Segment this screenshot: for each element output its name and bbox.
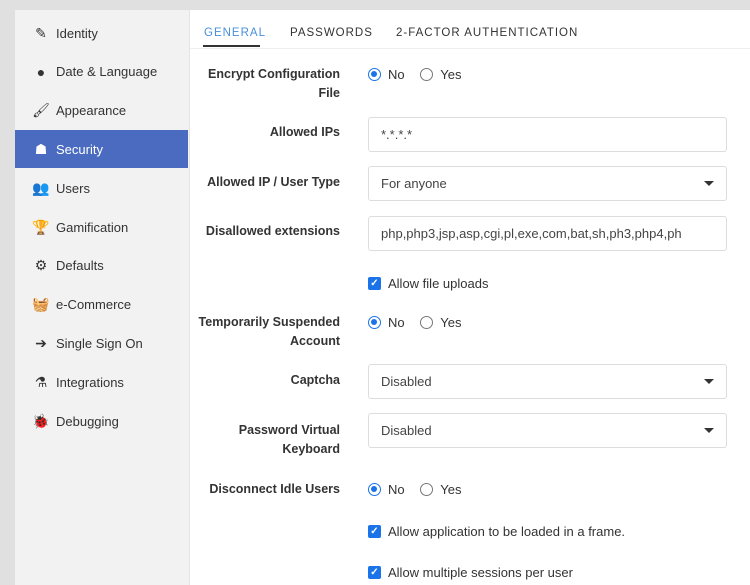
multi-session-checkbox[interactable]: ✓ Allow multiple sessions per user <box>368 563 573 580</box>
ip-user-type-select[interactable]: For anyone <box>368 166 727 201</box>
sidebar-item-label: Integrations <box>56 374 124 390</box>
sidebar-item-single-sign-on[interactable]: ➔ Single Sign On <box>15 324 188 362</box>
captcha-label: Captcha <box>290 373 340 387</box>
bug-icon: 🐞 <box>32 412 50 429</box>
sidebar-item-label: Single Sign On <box>56 335 143 351</box>
sidebar-item-appearance[interactable]: 🖌 Appearance <box>15 92 188 130</box>
flask-icon: ⚗ <box>34 373 48 390</box>
checkbox-checked-icon: ✓ <box>368 566 381 579</box>
sidebar-item-label: Identity <box>56 25 98 41</box>
encrypt-no-radio[interactable]: No <box>368 67 405 82</box>
idle-radio-group: No Yes <box>368 482 473 499</box>
sidebar-item-label: Defaults <box>56 258 104 274</box>
user-secret-icon: ☗ <box>34 140 48 157</box>
tab-passwords[interactable]: PASSWORDS <box>290 27 373 39</box>
tab-general[interactable]: GENERAL <box>204 27 266 39</box>
allowed-ips-input[interactable]: *.*.*.* <box>368 117 727 152</box>
cogs-icon: ⚙ <box>34 257 48 274</box>
encrypt-yes-radio[interactable]: Yes <box>420 67 461 82</box>
chevron-down-icon <box>704 181 714 186</box>
checkbox-checked-icon: ✓ <box>368 525 381 538</box>
sidebar-item-debugging[interactable]: 🐞 Debugging <box>15 402 188 440</box>
chevron-down-icon <box>704 379 714 384</box>
select-value: For anyone <box>381 176 447 191</box>
settings-sidebar: ✎ Identity ● Date & Language 🖌 Appearance ☗ Sec… <box>15 10 190 585</box>
sidebar-item-label: e-Commerce <box>56 297 132 313</box>
sidebar-item-gamification[interactable]: 🏆 Gamification <box>15 208 188 246</box>
edit-icon: ✎ <box>35 24 47 41</box>
basket-icon: 🧺 <box>32 296 50 313</box>
encrypt-label: Encrypt Configuration File <box>208 67 340 100</box>
radio-label: No <box>388 315 405 330</box>
suspended-yes-radio[interactable]: Yes <box>420 315 461 330</box>
sidebar-item-identity[interactable]: ✎ Identity <box>15 14 188 52</box>
sidebar-item-label: Date & Language <box>56 64 158 80</box>
idle-label: Disconnect Idle Users <box>209 482 340 496</box>
chevron-down-icon <box>704 428 714 433</box>
radio-label: Yes <box>440 482 462 497</box>
vkeyboard-select[interactable]: Disabled <box>368 413 727 448</box>
sidebar-item-label: Security <box>56 141 103 157</box>
suspended-label: Temporarily Suspended Account <box>198 315 340 348</box>
globe-icon: ● <box>36 63 46 80</box>
tab-bar: GENERAL PASSWORDS 2-FACTOR AUTHENTICATIO… <box>190 10 750 49</box>
sidebar-item-label: Appearance <box>56 103 127 119</box>
checkbox-checked-icon: ✓ <box>368 277 381 290</box>
sidebar-item-date-language[interactable]: ● Date & Language <box>15 53 188 91</box>
disallowed-ext-label: Disallowed extensions <box>205 224 340 238</box>
sign-in-icon: ➔ <box>35 334 47 351</box>
suspended-radio-group: No Yes <box>368 315 473 332</box>
allow-frame-checkbox[interactable]: ✓ Allow application to be loaded in a fra… <box>368 522 625 539</box>
allowed-ips-label: Allowed IPs <box>269 125 340 139</box>
input-value: php,php3,jsp,asp,cgi,pl,exe,com,bat,sh,p… <box>381 226 682 241</box>
vkeyboard-label: Password Virtual Keyboard <box>238 423 340 456</box>
radio-label: Yes <box>440 315 462 330</box>
suspended-no-radio[interactable]: No <box>368 315 405 330</box>
sidebar-item-users[interactable]: 👥 Users <box>15 169 188 207</box>
input-value: *.*.*.* <box>381 127 413 142</box>
sidebar-item-security[interactable]: ☗ Security <box>15 130 188 169</box>
active-tab-indicator <box>203 45 260 47</box>
sidebar-item-label: Gamification <box>56 219 129 235</box>
select-value: Disabled <box>381 374 432 389</box>
disallowed-ext-input[interactable]: php,php3,jsp,asp,cgi,pl,exe,com,bat,sh,p… <box>368 216 727 251</box>
checkbox-label: Allow multiple sessions per user <box>388 565 573 580</box>
main-panel: GENERAL PASSWORDS 2-FACTOR AUTHENTICATIO… <box>190 10 750 585</box>
sidebar-item-label: Users <box>56 180 90 196</box>
radio-label: No <box>388 67 405 82</box>
allow-uploads-checkbox[interactable]: ✓ Allow file uploads <box>368 274 488 291</box>
paintbrush-icon: 🖌 <box>32 102 50 119</box>
radio-label: No <box>388 482 405 497</box>
sidebar-item-e-commerce[interactable]: 🧺 e-Commerce <box>15 286 188 324</box>
idle-no-radio[interactable]: No <box>368 482 405 497</box>
captcha-select[interactable]: Disabled <box>368 364 727 399</box>
tab-2fa[interactable]: 2-FACTOR AUTHENTICATION <box>396 27 578 39</box>
checkbox-label: Allow application to be loaded in a fram… <box>388 524 626 539</box>
checkbox-label: Allow file uploads <box>388 276 489 291</box>
idle-yes-radio[interactable]: Yes <box>420 482 461 497</box>
ip-user-type-label: Allowed IP / User Type <box>207 175 340 189</box>
users-icon: 👥 <box>32 179 50 196</box>
sidebar-item-integrations[interactable]: ⚗ Integrations <box>15 363 188 401</box>
sidebar-item-label: Debugging <box>56 413 119 429</box>
encrypt-radio-group: No Yes <box>368 67 473 84</box>
sidebar-item-defaults[interactable]: ⚙ Defaults <box>15 247 188 285</box>
select-value: Disabled <box>381 423 432 438</box>
trophy-icon: 🏆 <box>32 218 50 235</box>
radio-label: Yes <box>440 67 462 82</box>
